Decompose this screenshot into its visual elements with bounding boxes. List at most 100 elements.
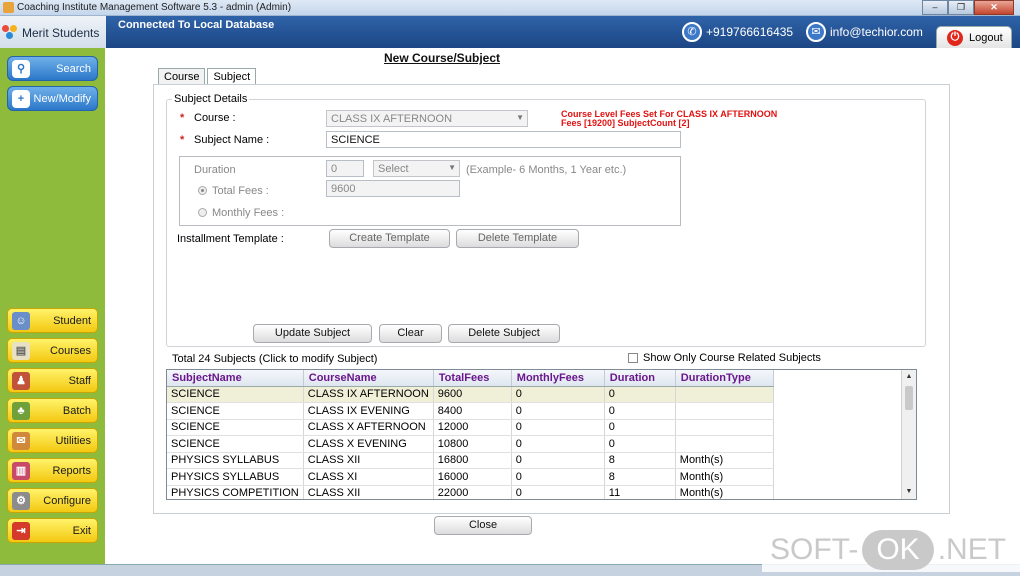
sidebar-search-label: Search xyxy=(56,63,91,75)
column-header-course-name[interactable]: CourseName xyxy=(303,370,434,387)
delete-subject-button[interactable]: Delete Subject xyxy=(448,324,560,343)
page-title: New Course/Subject xyxy=(384,51,501,65)
table-row[interactable]: PHYSICS COMPETITION CLASS XII 22000 0 11 Mont… xyxy=(167,485,774,499)
phone-contact: ✆ +919766616435 xyxy=(682,22,793,42)
scroll-up-icon[interactable]: ▲ xyxy=(902,370,916,384)
sidebar-search-button[interactable]: ⚲ Search xyxy=(7,56,98,81)
app-header: Merit Students Connected To Local Databa… xyxy=(0,16,1020,50)
window-controls: – ❐ ✕ xyxy=(922,0,1014,15)
table-header-row: SubjectName CourseName TotalFees Monthly… xyxy=(167,370,774,387)
table-cell: 8 xyxy=(604,468,676,486)
table-row[interactable]: SCIENCE CLASS IX EVENING 8400 0 0 xyxy=(167,402,774,420)
search-icon: ⚲ xyxy=(12,60,30,78)
sidebar-item-label: Exit xyxy=(72,525,91,537)
table-cell: CLASS XI xyxy=(303,468,434,486)
column-header-duration-type[interactable]: DurationType xyxy=(675,370,774,387)
sidebar-item-student[interactable]: ☺ Student xyxy=(7,308,98,333)
sidebar xyxy=(0,48,119,564)
table-cell: 9600 xyxy=(433,386,512,403)
required-marker: * xyxy=(180,112,185,124)
table-cell: 11 xyxy=(604,485,676,499)
delete-template-button[interactable]: Delete Template xyxy=(456,229,579,248)
sidebar-item-batch[interactable]: ♣ Batch xyxy=(7,398,98,423)
subject-details-title: Subject Details xyxy=(172,93,250,105)
watermark: SOFT- OK .NET xyxy=(762,527,1020,572)
duration-unit-select[interactable]: Select ▼ xyxy=(373,160,460,177)
tab-course[interactable]: Course xyxy=(158,68,206,85)
sidebar-item-configure[interactable]: ⚙ Configure xyxy=(7,488,98,513)
create-template-button[interactable]: Create Template xyxy=(329,229,450,248)
sidebar-item-label: Utilities xyxy=(55,435,91,447)
table-cell: 8400 xyxy=(433,402,512,420)
tab-subject[interactable]: Subject xyxy=(207,68,257,85)
table-cell xyxy=(675,435,774,453)
column-header-duration[interactable]: Duration xyxy=(604,370,676,387)
subject-name-input[interactable]: SCIENCE xyxy=(326,131,681,148)
total-fees-label: Total Fees : xyxy=(212,185,269,197)
table-cell: SCIENCE xyxy=(167,419,304,436)
sidebar-item-reports[interactable]: ▥ Reports xyxy=(7,458,98,483)
update-subject-button[interactable]: Update Subject xyxy=(253,324,372,343)
column-header-total-fees[interactable]: TotalFees xyxy=(433,370,512,387)
courses-icon: ▤ xyxy=(12,342,30,360)
table-row[interactable]: SCIENCE CLASS IX AFTERNOON 9600 0 0 xyxy=(167,386,774,403)
sidebar-new-modify-button[interactable]: + New/Modify xyxy=(7,86,98,111)
add-icon: + xyxy=(12,90,30,108)
email-contact: ✉ info@techior.com xyxy=(806,22,923,42)
logout-button[interactable]: ⏻ Logout xyxy=(936,26,1012,50)
duration-input[interactable]: 0 xyxy=(326,160,364,177)
table-cell: CLASS XII xyxy=(303,452,434,469)
clear-button[interactable]: Clear xyxy=(379,324,442,343)
configure-icon: ⚙ xyxy=(12,492,30,510)
scroll-thumb[interactable] xyxy=(905,386,913,410)
sidebar-item-exit[interactable]: ⇥ Exit xyxy=(7,518,98,543)
app-icon xyxy=(3,2,14,13)
table-scrollbar[interactable]: ▲ ▼ xyxy=(901,370,916,499)
close-window-button[interactable]: ✕ xyxy=(974,0,1014,15)
close-button[interactable]: Close xyxy=(434,516,532,535)
scroll-down-icon[interactable]: ▼ xyxy=(902,485,916,499)
table-row[interactable]: SCIENCE CLASS X AFTERNOON 12000 0 0 xyxy=(167,419,774,436)
table-row[interactable]: SCIENCE CLASS X EVENING 10800 0 0 xyxy=(167,435,774,453)
table-cell: SCIENCE xyxy=(167,386,304,403)
staff-icon: ♟ xyxy=(12,372,30,390)
subject-count-label: Total 24 Subjects (Click to modify Subje… xyxy=(172,353,378,365)
table-cell: CLASS IX EVENING xyxy=(303,402,434,420)
duration-hint: (Example- 6 Months, 1 Year etc.) xyxy=(466,164,627,176)
monthly-fees-radio[interactable] xyxy=(198,208,207,217)
student-icon: ☺ xyxy=(12,312,30,330)
total-fees-radio[interactable] xyxy=(198,186,207,195)
table-cell: 0 xyxy=(511,386,605,403)
table-cell: 0 xyxy=(511,435,605,453)
sidebar-item-courses[interactable]: ▤ Courses xyxy=(7,338,98,363)
table-cell: PHYSICS SYLLABUS xyxy=(167,468,304,486)
table-cell: Month(s) xyxy=(675,485,774,499)
table-cell: PHYSICS SYLLABUS xyxy=(167,452,304,469)
table-row[interactable]: PHYSICS SYLLABUS CLASS XII 16800 0 8 Month(s) xyxy=(167,452,774,469)
column-header-monthly-fees[interactable]: MonthlyFees xyxy=(511,370,605,387)
sidebar-item-staff[interactable]: ♟ Staff xyxy=(7,368,98,393)
restore-button[interactable]: ❐ xyxy=(948,0,974,15)
table-cell: 0 xyxy=(511,419,605,436)
duration-label: Duration xyxy=(194,164,236,176)
table-row[interactable]: PHYSICS SYLLABUS CLASS XI 16000 0 8 Month(s) xyxy=(167,468,774,486)
minimize-button[interactable]: – xyxy=(922,0,948,15)
table-cell: CLASS XII xyxy=(303,485,434,499)
table-cell: 0 xyxy=(511,452,605,469)
phone-number: +919766616435 xyxy=(706,25,794,39)
monthly-fees-label: Monthly Fees : xyxy=(212,207,285,219)
column-header-subject-name[interactable]: SubjectName xyxy=(167,370,304,387)
course-related-checkbox[interactable] xyxy=(628,353,638,363)
table-cell: 0 xyxy=(511,485,605,499)
exit-icon: ⇥ xyxy=(12,522,30,540)
brand-logo-icon xyxy=(2,25,20,41)
brand: Merit Students xyxy=(0,16,106,48)
required-marker: * xyxy=(180,134,185,146)
sidebar-item-utilities[interactable]: ✉ Utilities xyxy=(7,428,98,453)
total-fees-input[interactable]: 9600 xyxy=(326,180,460,197)
sidebar-item-label: Batch xyxy=(62,405,91,417)
table-cell xyxy=(675,402,774,420)
course-select[interactable]: CLASS IX AFTERNOON ▼ xyxy=(326,110,528,127)
phone-icon: ✆ xyxy=(682,22,702,42)
table-cell: 8 xyxy=(604,452,676,469)
